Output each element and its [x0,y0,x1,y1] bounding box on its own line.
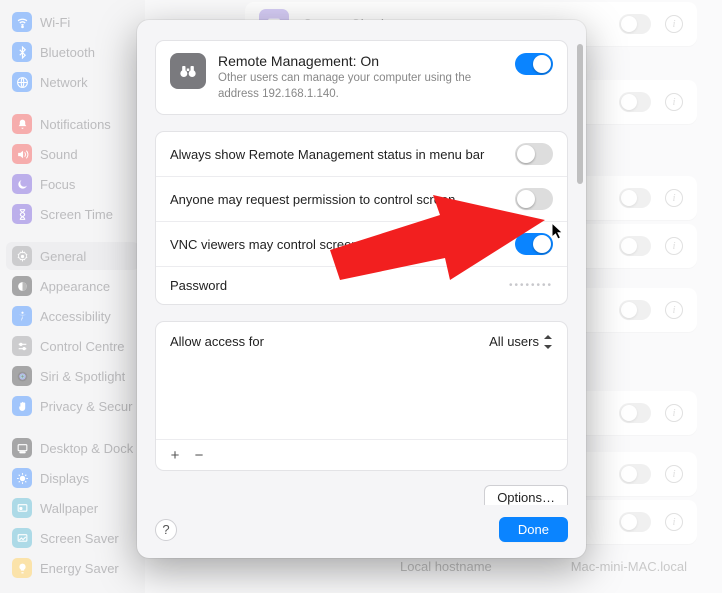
binoculars-icon [170,53,206,89]
gear-icon [12,246,32,266]
chevron-up-down-icon [543,335,553,349]
remote-management-header-card: Remote Management: On Other users can ma… [155,40,568,115]
options-button[interactable]: Options… [484,485,568,505]
toggle-off[interactable] [619,188,651,208]
sidebar-label: Bluetooth [40,45,95,60]
screensaver-icon [12,528,32,548]
info-icon[interactable]: i [665,237,683,255]
sidebar-item-displays[interactable]: Displays [6,464,139,492]
sidebar-item-screen-saver[interactable]: Screen Saver [6,524,139,552]
sidebar-item-bluetooth[interactable]: Bluetooth [6,38,139,66]
sidebar-label: Control Centre [40,339,125,354]
sidebar-item-focus[interactable]: Focus [6,170,139,198]
bluetooth-icon [12,42,32,62]
modal-title: Remote Management: On [218,53,503,69]
row-label: VNC viewers may control screen with pass… [170,237,445,252]
options-card: Always show Remote Management status in … [155,131,568,305]
sidebar-label: Notifications [40,117,111,132]
sidebar-item-screen-time[interactable]: Screen Time [6,200,139,228]
allow-access-label: Allow access for [170,334,264,349]
info-icon[interactable]: i [665,15,683,33]
sidebar-item-desktop-dock[interactable]: Desktop & Dock [6,434,139,462]
dock-icon [12,438,32,458]
sidebar-item-control-centre[interactable]: Control Centre [6,332,139,360]
done-button[interactable]: Done [499,517,568,542]
hourglass-icon [12,204,32,224]
scrollbar[interactable] [577,44,583,184]
row-label: Password [170,278,227,293]
sliders-icon [12,336,32,356]
remove-user-button[interactable]: − [188,445,210,465]
sidebar-item-general[interactable]: General [6,242,139,270]
modal-desc: Other users can manage your computer usi… [218,71,503,102]
vnc-toggle[interactable] [515,233,553,255]
wifi-icon [12,12,32,32]
sidebar-label: Siri & Spotlight [40,369,125,384]
help-button[interactable]: ? [155,519,177,541]
row-label: Always show Remote Management status in … [170,147,484,162]
display-icon [12,468,32,488]
local-hostname-label: Local hostname [400,559,492,574]
info-icon[interactable]: i [665,301,683,319]
sidebar-label: Focus [40,177,75,192]
add-user-button[interactable]: + [164,445,186,465]
sidebar-item-wifi[interactable]: Wi-Fi [6,8,139,36]
sidebar-label: Screen Saver [40,531,119,546]
network-icon [12,72,32,92]
sidebar-item-network[interactable]: Network [6,68,139,96]
local-hostname-value: Mac-mini-MAC.local [571,559,687,574]
sidebar-label: Network [40,75,88,90]
moon-icon [12,174,32,194]
sidebar-label: Desktop & Dock [40,441,133,456]
sidebar-label: Privacy & Security [40,399,133,414]
password-field[interactable]: •••••••• [509,280,553,291]
info-icon[interactable]: i [665,513,683,531]
toggle-off[interactable] [619,92,651,112]
sidebar-label: Wallpaper [40,501,98,516]
toggle-off[interactable] [619,464,651,484]
info-icon[interactable]: i [665,189,683,207]
sidebar-item-notifications[interactable]: Notifications [6,110,139,138]
sidebar-item-energy-saver[interactable]: Energy Saver [6,554,139,582]
toggle-off[interactable] [619,14,651,34]
accessibility-icon [12,306,32,326]
allow-access-card: Allow access for All users + − [155,321,568,471]
sidebar-label: Displays [40,471,89,486]
sidebar-item-wallpaper[interactable]: Wallpaper [6,494,139,522]
sidebar-item-siri[interactable]: Siri & Spotlight [6,362,139,390]
bulb-icon [12,558,32,578]
sidebar-label: Screen Time [40,207,113,222]
allow-access-select[interactable]: All users [489,334,553,349]
toggle-off[interactable] [619,403,651,423]
bell-icon [12,114,32,134]
sound-icon [12,144,32,164]
wallpaper-icon [12,498,32,518]
sidebar-item-appearance[interactable]: Appearance [6,272,139,300]
sidebar-label: Accessibility [40,309,111,324]
appearance-icon [12,276,32,296]
sidebar-label: Sound [40,147,78,162]
toggle-off[interactable] [619,236,651,256]
status-menu-toggle[interactable] [515,143,553,165]
info-icon[interactable]: i [665,465,683,483]
toggle-off[interactable] [619,300,651,320]
remote-management-modal: Remote Management: On Other users can ma… [137,20,586,558]
row-label: Anyone may request permission to control… [170,192,455,207]
sidebar-label: General [40,249,86,264]
sidebar-item-sound[interactable]: Sound [6,140,139,168]
sidebar-item-privacy[interactable]: Privacy & Security [6,392,139,420]
sidebar-item-accessibility[interactable]: Accessibility [6,302,139,330]
info-icon[interactable]: i [665,404,683,422]
hand-icon [12,396,32,416]
anyone-request-toggle[interactable] [515,188,553,210]
sidebar-label: Energy Saver [40,561,119,576]
remote-management-toggle[interactable] [515,53,553,75]
info-icon[interactable]: i [665,93,683,111]
sidebar-label: Wi-Fi [40,15,70,30]
siri-icon [12,366,32,386]
sidebar-label: Appearance [40,279,110,294]
sidebar: Wi-Fi Bluetooth Network Notifications So… [0,0,145,593]
toggle-off[interactable] [619,512,651,532]
